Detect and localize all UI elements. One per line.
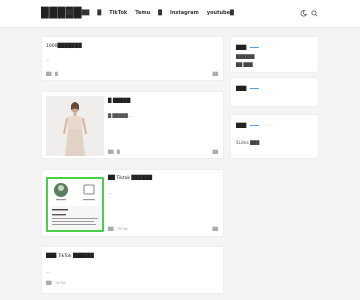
post-meta: ██ · █ (46, 72, 58, 76)
sidebar-widget: ███ 5Links ███ (230, 114, 319, 159)
post-title[interactable]: ██ Tiktok ██████ (108, 176, 152, 181)
post-card[interactable]: ██ Tiktok ██████ ... ██ · TikTok ██ (41, 169, 224, 237)
moon-icon[interactable] (300, 10, 307, 17)
post-meta: ██ · TikTok (108, 227, 128, 231)
sidebar-widget: ███ ██████ ██ ███ (230, 36, 319, 73)
woman-photo-image (46, 96, 104, 156)
widget-title: ███ (236, 124, 260, 129)
post-card[interactable]: 1000███████ ... ██ · █ ██ (41, 36, 224, 81)
post-excerpt: ... (46, 269, 50, 274)
post-card[interactable]: █:█████ █:█████ ... ██ · █ ██ (41, 91, 224, 159)
top-navbar: █████ ██ ██ █ TikTok Temu █ Instagram yo… (0, 0, 360, 28)
post-meta: ██ · TikTok (46, 281, 66, 285)
post-thumbnail[interactable] (46, 177, 104, 232)
widget-link[interactable]: 5Links ███ (236, 140, 259, 145)
sidebar-widget: ███ (230, 77, 319, 107)
post-title[interactable]: 1000███████ (46, 44, 82, 49)
post-date: ██ (212, 227, 218, 231)
nav-item-instagram[interactable]: Instagram (170, 10, 199, 16)
post-excerpt: ... (108, 190, 112, 195)
nav-item-1[interactable]: ██ (66, 10, 74, 16)
post-meta: ██ · █ (108, 150, 120, 154)
nav-item-tiktok[interactable]: TikTok (109, 10, 127, 16)
widget-link[interactable]: ██ ███ (236, 62, 253, 67)
nav-item-3[interactable]: █ (97, 10, 101, 16)
nav-item-temu[interactable]: Temu (135, 10, 150, 16)
nav-item-6[interactable]: █ (158, 10, 162, 16)
post-thumbnail[interactable] (46, 96, 104, 156)
post-excerpt: █:█████ ... (108, 113, 133, 118)
nav-item-2[interactable]: ██ (82, 10, 90, 16)
widget-title: ███ (236, 46, 260, 51)
search-icon[interactable] (311, 10, 318, 17)
post-date: ██ (212, 150, 218, 154)
main-nav: ██ ██ █ TikTok Temu █ Instagram youtube█ (66, 10, 234, 16)
widget-link[interactable]: ██████ (236, 54, 254, 59)
post-date: ██ (212, 72, 218, 76)
tiktok-profile-screenshot (48, 179, 102, 230)
post-excerpt: ... (46, 57, 50, 62)
post-title[interactable]: █:█████ (108, 99, 130, 104)
post-card[interactable]: ███ TikTok ██████ ... ██ · TikTok (41, 246, 224, 294)
nav-item-youtube[interactable]: youtube█ (207, 10, 234, 16)
widget-title: ███ (236, 87, 260, 92)
post-title[interactable]: ███ TikTok ██████ (46, 254, 94, 259)
